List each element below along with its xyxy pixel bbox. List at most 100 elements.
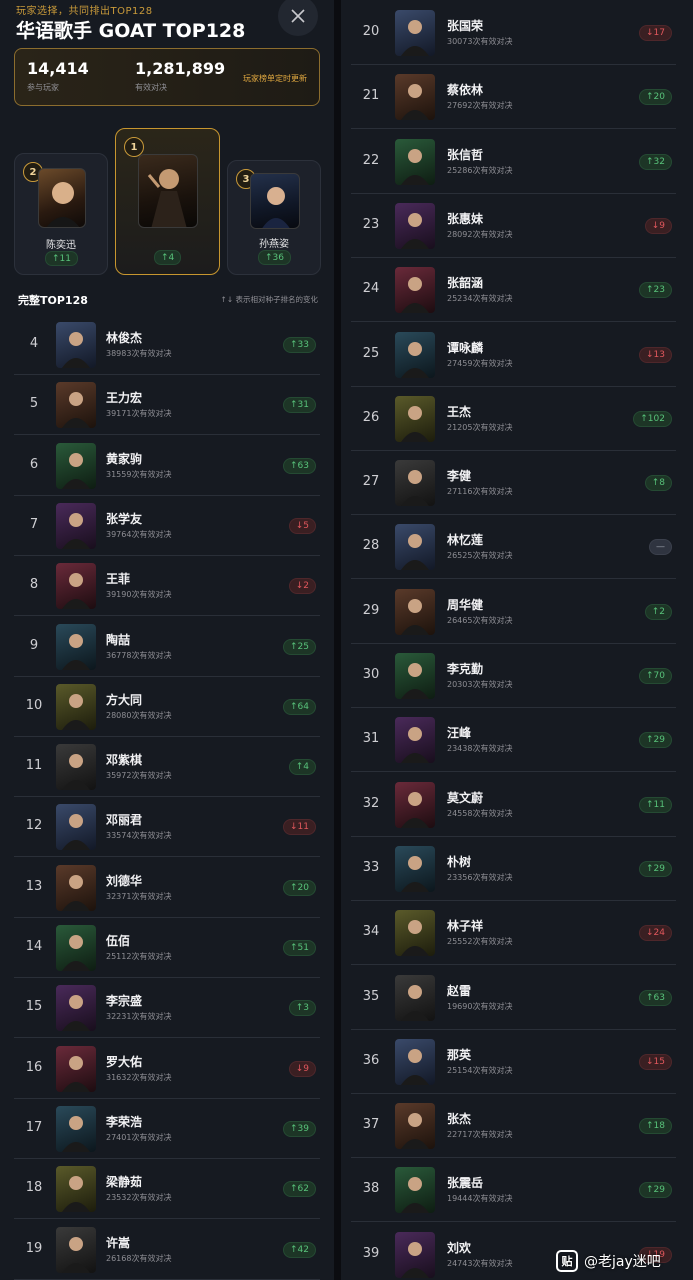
singer-photo [395, 331, 435, 378]
table-row[interactable]: 37 张杰 22717次有效对决 ↑18 [351, 1094, 676, 1159]
rank-number: 36 [362, 1052, 380, 1068]
match-count: 19444次有效对决 [447, 1194, 513, 1204]
rank-number: 8 [29, 577, 39, 593]
table-row[interactable]: 28 林忆莲 26525次有效对决 — [351, 515, 676, 580]
singer-photo [395, 10, 435, 56]
rank-number: 7 [29, 516, 39, 532]
rank-change-badge: ↓5 [288, 517, 316, 534]
singer-name: 邓丽君 [106, 813, 143, 828]
table-row[interactable]: 15 李宗盛 32231次有效对决 ↑3 [14, 978, 320, 1039]
podium-first[interactable]: 1 ↑4 [115, 128, 220, 275]
podium-third[interactable]: 3 孙燕姿 ↑36 [227, 160, 321, 275]
table-row[interactable]: 19 许嵩 26168次有效对决 ↑42 [14, 1220, 320, 1280]
matches-label: 有效对决 [135, 83, 167, 92]
table-row[interactable]: 32 莫文蔚 24558次有效对决 ↑11 [351, 773, 676, 837]
singer-photo [395, 845, 435, 892]
singer-name: 朴树 [447, 854, 472, 869]
table-row[interactable]: 27 李健 27116次有效对决 ↑8 [351, 451, 676, 516]
singer-photo [395, 138, 435, 185]
table-row[interactable]: 13 刘德华 32371次有效对决 ↑20 [14, 858, 320, 918]
table-row[interactable]: 24 张韶涵 25234次有效对决 ↑23 [351, 258, 676, 323]
singer-photo [395, 1103, 435, 1150]
table-row[interactable]: 36 那英 25154次有效对决 ↓15 [351, 1030, 676, 1094]
watermark-text: @老jay迷吧 [584, 1254, 661, 1270]
match-count: 22717次有效对决 [447, 1130, 513, 1140]
rank-number: 17 [25, 1119, 43, 1135]
table-row[interactable]: 14 伍佰 25112次有效对决 ↑51 [14, 918, 320, 978]
table-row[interactable]: 33 朴树 23356次有效对决 ↑29 [351, 837, 676, 901]
left-panel: 玩家选择，共同排出TOP128 华语歌手 GOAT TOP128 14,414 … [0, 0, 334, 1280]
match-count: 25286次有效对决 [447, 165, 513, 175]
rank-number: 5 [29, 396, 39, 412]
singer-photo [395, 395, 435, 442]
singer-name: 方大同 [106, 692, 143, 707]
table-row[interactable]: 26 王杰 21205次有效对决 ↑102 [351, 387, 676, 451]
table-row[interactable]: 34 林子祥 25552次有效对决 ↓24 [351, 901, 676, 966]
table-row[interactable]: 21 蔡依林 27692次有效对决 ↑20 [351, 65, 676, 130]
table-row[interactable]: 7 张学友 39764次有效对决 ↓5 [14, 496, 320, 556]
rank-number: 29 [362, 602, 380, 618]
table-row[interactable]: 16 罗大佑 31632次有效对决 ↓9 [14, 1039, 320, 1099]
table-row[interactable]: 10 方大同 28080次有效对决 ↑64 [14, 677, 320, 737]
singer-photo [138, 154, 198, 228]
table-row[interactable]: 4 林俊杰 38983次有效对决 ↑33 [14, 315, 320, 375]
singer-name: 邓紫棋 [106, 753, 143, 768]
singer-photo [56, 322, 96, 368]
match-count: 28080次有效对决 [106, 710, 172, 720]
rank-change-badge: ↑20 [283, 879, 316, 896]
singer-name: 刘欢 [447, 1240, 472, 1255]
table-row[interactable]: 35 赵雷 19690次有效对决 ↑63 [351, 966, 676, 1030]
close-button[interactable] [278, 0, 318, 36]
singer-photo [395, 202, 435, 249]
table-row[interactable]: 8 王菲 39190次有效对决 ↓2 [14, 556, 320, 617]
table-row[interactable]: 30 李克勤 20303次有效对决 ↑70 [351, 644, 676, 708]
table-row[interactable]: 25 谭咏麟 27459次有效对决 ↓13 [351, 323, 676, 387]
table-row[interactable]: 6 黄家驹 31559次有效对决 ↑63 [14, 436, 320, 496]
table-row[interactable]: 29 周华健 26465次有效对决 ↑2 [351, 580, 676, 644]
singer-name: 李健 [447, 469, 472, 484]
rank-change-badge: ↓11 [283, 819, 316, 836]
singer-photo [395, 267, 435, 314]
table-row[interactable]: 38 张震岳 19444次有效对决 ↑29 [351, 1158, 676, 1223]
singer-name: 伍佰 [106, 934, 131, 948]
singer-photo [56, 1045, 96, 1092]
singer-photo [56, 502, 96, 549]
rank-change-badge: ↑25 [283, 638, 316, 655]
table-row[interactable]: 31 汪峰 23438次有效对决 ↑29 [351, 708, 676, 773]
rank-number: 15 [25, 999, 43, 1015]
rank-number: 12 [25, 818, 43, 834]
rank-change-badge: ↑3 [288, 1000, 316, 1017]
singer-name: 张学友 [106, 511, 143, 526]
match-count: 23438次有效对决 [447, 744, 513, 754]
rank-change-badge: ↑11 [639, 796, 672, 813]
rank-number: 6 [29, 456, 39, 472]
match-count: 36778次有效对决 [106, 650, 172, 660]
singer-photo [56, 1105, 96, 1152]
table-row[interactable]: 18 梁静茹 23532次有效对决 ↑62 [14, 1159, 320, 1220]
table-row[interactable]: 9 陶喆 36778次有效对决 ↑25 [14, 617, 320, 677]
rank-change-badge: ↓13 [639, 346, 672, 363]
rank-change-badge: ↑20 [639, 89, 672, 106]
singer-name: 汪峰 [447, 726, 472, 741]
table-row[interactable]: 17 李荣浩 27401次有效对决 ↑39 [14, 1099, 320, 1159]
rank-change-badge: ↑8 [644, 475, 672, 492]
table-row[interactable]: 20 张国荣 30073次有效对决 ↓17 [351, 1, 676, 65]
rank-number: 32 [362, 795, 380, 811]
rank-number: 18 [25, 1180, 43, 1196]
table-row[interactable]: 11 邓紫棋 35972次有效对决 ↑4 [14, 737, 320, 798]
match-count: 39190次有效对决 [106, 590, 172, 600]
rank-number: 13 [25, 878, 43, 894]
table-row[interactable]: 12 邓丽君 33574次有效对决 ↓11 [14, 797, 320, 858]
rank-number: 34 [362, 924, 380, 940]
match-count: 26525次有效对决 [447, 551, 513, 561]
table-row[interactable]: 5 王力宏 39171次有效对决 ↑31 [14, 375, 320, 436]
table-row[interactable]: 23 张惠妹 28092次有效对决 ↓9 [351, 194, 676, 258]
singer-name: 张震岳 [447, 1176, 484, 1191]
table-row[interactable]: 22 张信哲 25286次有效对决 ↑32 [351, 130, 676, 194]
rank-change-badge: ↑42 [283, 1241, 316, 1258]
podium-second[interactable]: 2 陈奕迅 ↑11 [14, 153, 108, 275]
singer-name: 罗大佑 [106, 1054, 143, 1069]
rank-number: 21 [362, 88, 380, 104]
singer-photo [395, 588, 435, 635]
singer-photo [56, 563, 96, 610]
